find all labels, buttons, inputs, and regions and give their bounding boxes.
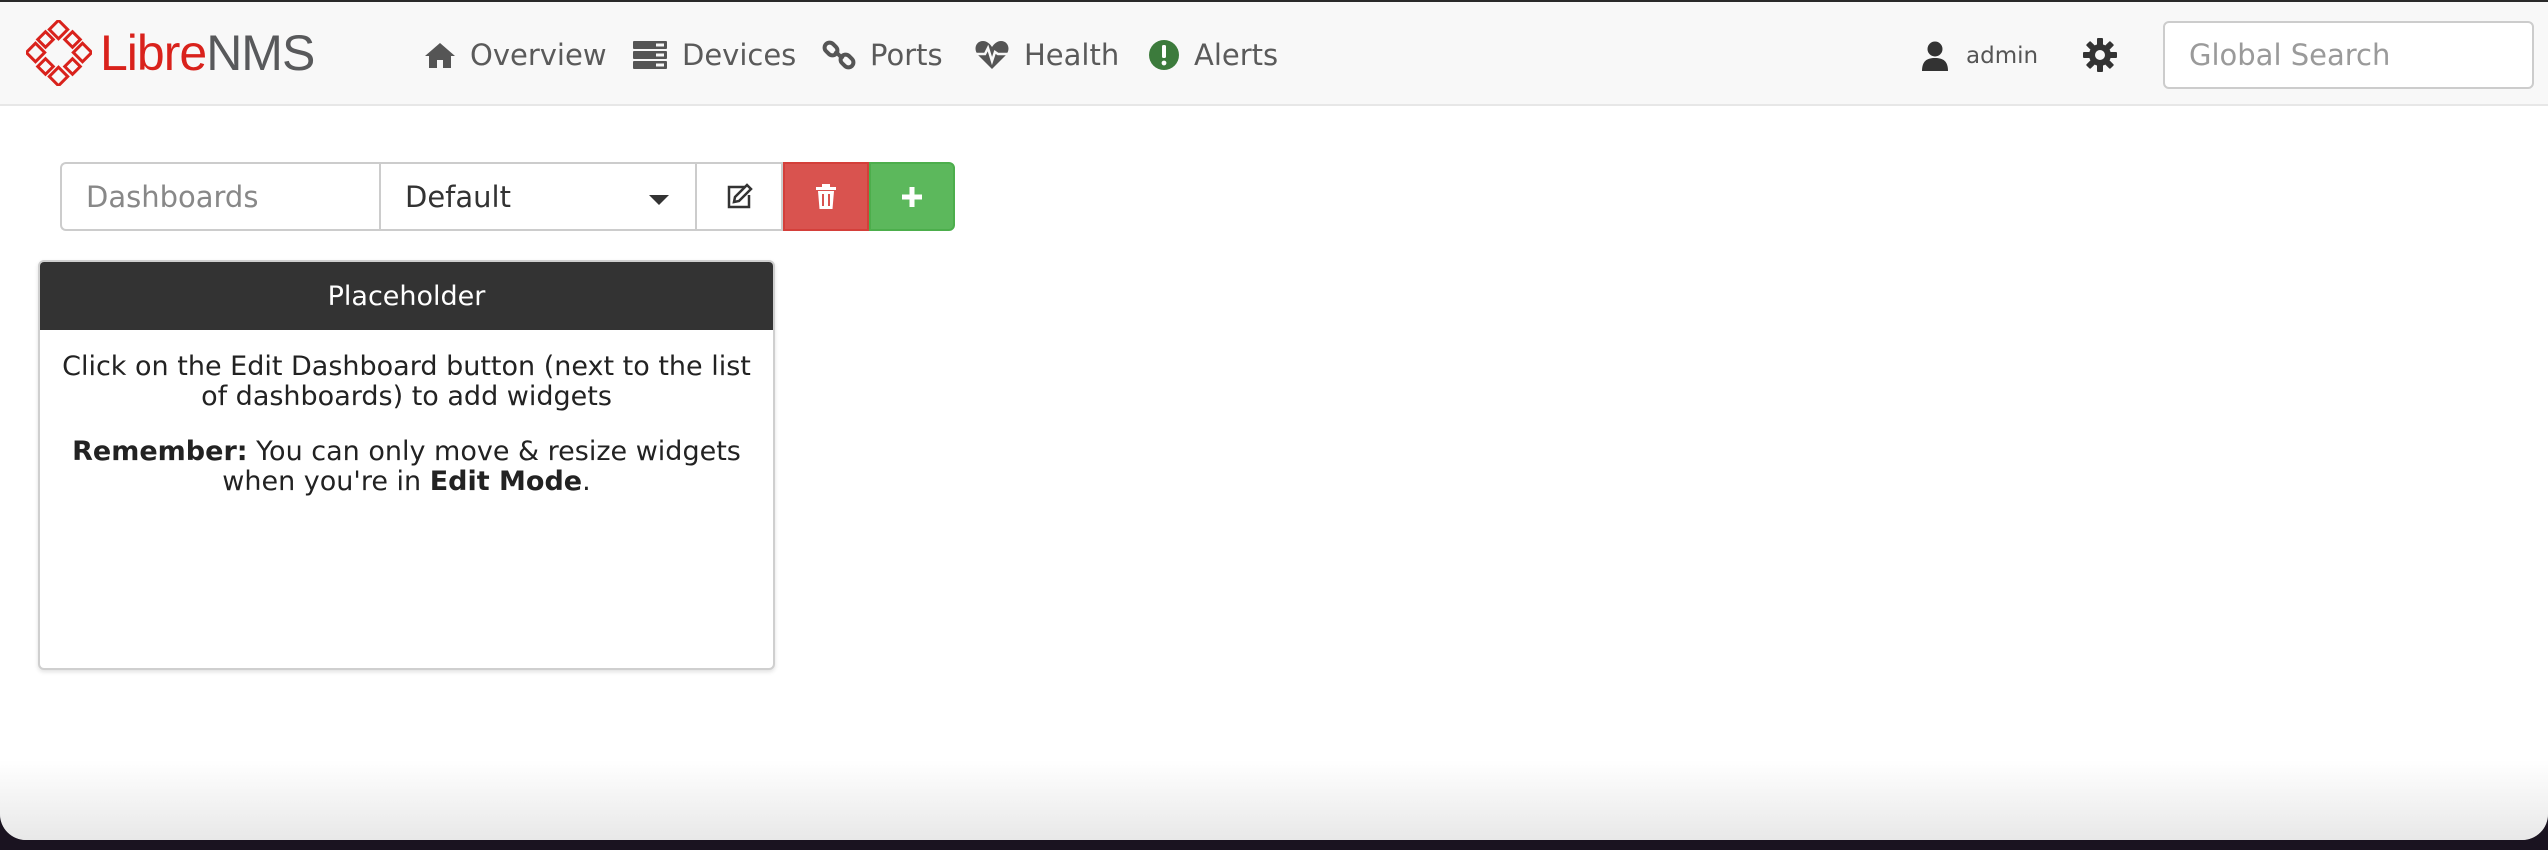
- delete-dashboard-button[interactable]: [783, 162, 869, 231]
- dashboard-select[interactable]: Default: [379, 162, 697, 231]
- browser-window: LibreNMS Overview Devices Ports Health A…: [0, 0, 2548, 840]
- brand-nms-text: NMS: [206, 25, 315, 81]
- plus-icon: [902, 186, 922, 207]
- remember-label: Remember:: [72, 436, 248, 467]
- nav-health-label: Health: [1024, 38, 1120, 72]
- heartbeat-icon: [975, 41, 1009, 69]
- dashboards-label: Dashboards: [60, 162, 379, 231]
- caret-down-icon: [649, 195, 669, 205]
- widget-instructions: Click on the Edit Dashboard button (next…: [62, 351, 751, 412]
- add-dashboard-button[interactable]: [869, 162, 955, 231]
- user-menu[interactable]: admin: [1922, 36, 2038, 76]
- trash-icon: [816, 183, 836, 209]
- nav-overview[interactable]: Overview: [424, 32, 607, 78]
- remember-period: .: [582, 466, 591, 497]
- nav-alerts[interactable]: Alerts: [1148, 32, 1278, 78]
- nav-ports-label: Ports: [870, 38, 943, 72]
- global-search-input[interactable]: [2163, 21, 2534, 89]
- server-icon: [633, 41, 667, 69]
- user-icon: [1922, 41, 1948, 71]
- nav-alerts-label: Alerts: [1194, 38, 1279, 72]
- widget-remember-note: Remember: You can only move & resize wid…: [58, 437, 755, 497]
- widget-body: Click on the Edit Dashboard button (next…: [40, 330, 773, 544]
- brand-logo[interactable]: LibreNMS: [26, 20, 315, 86]
- dashboard-select-value: Default: [405, 179, 511, 214]
- nav-devices[interactable]: Devices: [632, 32, 796, 78]
- top-navbar: LibreNMS Overview Devices Ports Health A…: [0, 0, 2548, 106]
- nav-devices-label: Devices: [682, 38, 797, 72]
- nav-health[interactable]: Health: [974, 32, 1119, 78]
- brand-libre-text: Libre: [100, 25, 207, 81]
- nav-ports[interactable]: Ports: [822, 32, 943, 78]
- exclamation-circle-icon: [1149, 40, 1179, 70]
- edit-icon: [727, 182, 753, 208]
- librenms-logo-icon: [26, 20, 92, 86]
- dashboard-toolbar: Dashboards Default: [60, 162, 955, 231]
- nav-overview-label: Overview: [470, 38, 607, 72]
- brand-name: LibreNMS: [100, 25, 315, 81]
- gear-icon[interactable]: [2082, 37, 2118, 73]
- edit-dashboard-button[interactable]: [697, 162, 783, 231]
- widget-title[interactable]: Placeholder: [40, 262, 773, 330]
- user-name: admin: [1966, 43, 2039, 69]
- placeholder-widget: Placeholder Click on the Edit Dashboard …: [38, 260, 775, 670]
- home-icon: [425, 43, 455, 68]
- edit-mode-text: Edit Mode: [429, 466, 583, 497]
- link-icon: [822, 40, 856, 70]
